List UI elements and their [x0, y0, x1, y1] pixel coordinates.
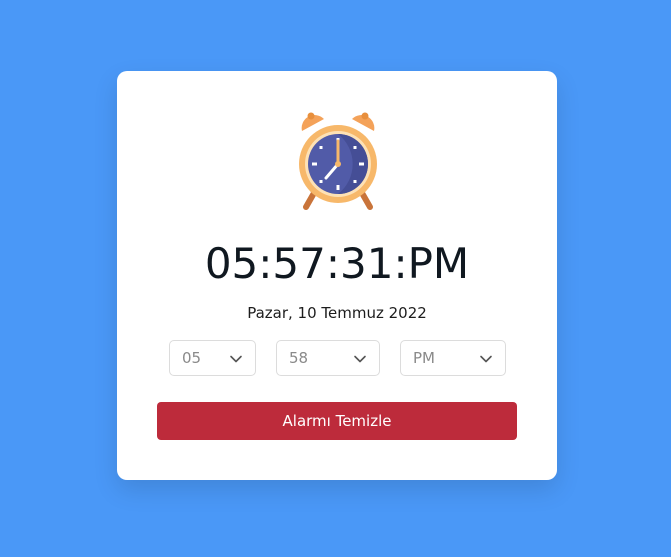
hour-value: 05	[182, 349, 202, 367]
current-time: 05:57:31:PM	[204, 239, 470, 288]
alarm-card: 05:57:31:PM Pazar, 10 Temmuz 2022 05 58 …	[117, 71, 557, 480]
chevron-down-icon	[230, 355, 242, 363]
alarm-clock-icon	[296, 111, 380, 211]
hour-select[interactable]: 05	[169, 340, 256, 376]
current-date: Pazar, 10 Temmuz 2022	[247, 304, 427, 322]
minute-select[interactable]: 58	[276, 340, 380, 376]
chevron-down-icon	[354, 355, 366, 363]
chevron-down-icon	[480, 355, 492, 363]
ampm-select[interactable]: PM	[400, 340, 506, 376]
clear-alarm-button[interactable]: Alarmı Temizle	[157, 402, 517, 440]
ampm-value: PM	[413, 349, 435, 367]
minute-value: 58	[289, 349, 309, 367]
